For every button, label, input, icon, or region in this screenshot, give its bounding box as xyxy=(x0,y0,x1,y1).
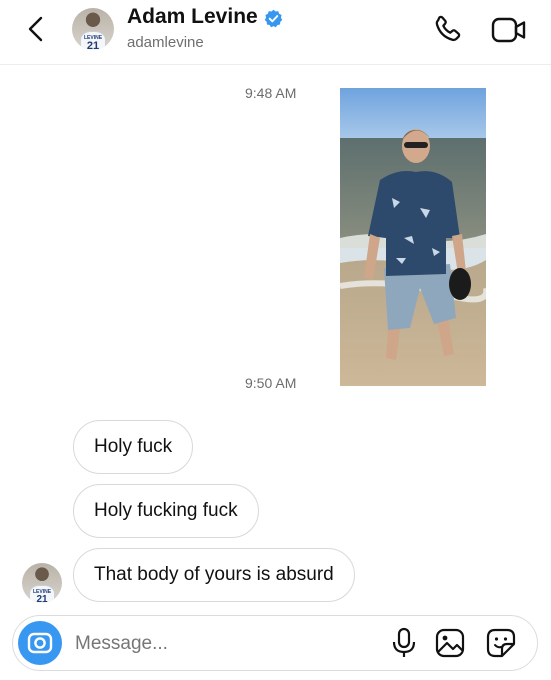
microphone-icon xyxy=(392,627,416,657)
avatar-jersey-number: 21 xyxy=(36,593,48,603)
back-button[interactable] xyxy=(22,12,52,46)
beach-photo-image xyxy=(340,88,486,386)
chat-header: LEVINE 21 Adam Levine adamlevine xyxy=(0,0,551,65)
contact-name[interactable]: Adam Levine xyxy=(127,5,258,29)
sticker-icon xyxy=(486,628,516,658)
sticker-button[interactable] xyxy=(486,628,516,658)
camera-button[interactable] xyxy=(18,621,62,665)
contact-handle: adamlevine xyxy=(127,34,204,51)
message-bubble[interactable]: That body of yours is absurd xyxy=(73,548,355,602)
video-camera-icon xyxy=(491,17,526,43)
message-input[interactable] xyxy=(73,624,377,664)
voice-message-button[interactable] xyxy=(391,627,417,659)
avatar-jersey: LEVINE 21 xyxy=(79,30,107,50)
message-composer xyxy=(12,615,538,671)
chevron-left-icon xyxy=(28,16,43,42)
message-bubble[interactable]: Holy fuck xyxy=(73,420,194,474)
audio-call-button[interactable] xyxy=(430,13,464,47)
sender-avatar[interactable]: LEVINE 21 xyxy=(22,563,62,603)
message-bubble[interactable]: Holy fucking fuck xyxy=(73,484,259,538)
message-timestamp: 9:48 AM xyxy=(245,85,297,101)
verified-badge-icon xyxy=(264,9,283,28)
contact-avatar[interactable]: LEVINE 21 xyxy=(72,8,114,50)
message-timestamp: 9:50 AM xyxy=(245,375,297,391)
camera-icon xyxy=(27,632,53,654)
phone-icon xyxy=(435,15,461,42)
video-call-button[interactable] xyxy=(490,14,528,46)
photo-message[interactable] xyxy=(340,88,486,386)
gallery-icon xyxy=(435,628,465,658)
avatar-jersey: LEVINE 21 xyxy=(29,584,55,603)
avatar-jersey-number: 21 xyxy=(86,39,100,50)
gallery-button[interactable] xyxy=(435,628,465,658)
